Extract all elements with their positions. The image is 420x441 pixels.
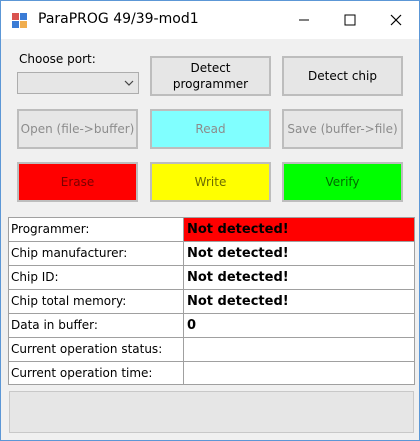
save-file-button[interactable]: Save (buffer->file) [282,109,403,149]
operation-time-label: Current operation time: [9,362,184,385]
read-label: Read [195,122,226,136]
chip-memory-value: Not detected! [187,294,289,309]
detect-programmer-line-1: Detect [190,61,231,75]
maximize-icon [344,14,356,26]
programmer-value: Not detected! [184,218,414,241]
detect-programmer-line-2: programmer [172,77,249,91]
table-row: Current operation status: [9,338,414,362]
detect-chip-label: Detect chip [308,69,377,83]
chip-manufacturer-label: Chip manufacturer: [9,242,184,265]
close-button[interactable] [373,1,419,39]
operation-status-label: Current operation status: [9,338,184,361]
app-window: ParaPROG 49/39-mod1 Choose port: Detect … [0,0,420,441]
status-bar [9,391,414,433]
window-title: ParaPROG 49/39-mod1 [38,11,199,27]
detect-programmer-button[interactable]: Detect programmer [150,56,271,96]
table-row: Chip ID: Not detected! [9,266,414,290]
title-bar: ParaPROG 49/39-mod1 [1,1,419,39]
programmer-label: Programmer: [9,218,184,241]
chip-manufacturer-value: Not detected! [187,246,289,261]
info-table: Programmer: Not detected! Chip manufactu… [8,217,415,385]
close-icon [390,14,402,26]
write-button[interactable]: Write [150,162,271,202]
write-label: Write [194,175,227,189]
table-row: Current operation time: [9,362,414,386]
chevron-down-icon [124,80,134,86]
erase-button[interactable]: Erase [17,162,138,202]
chip-memory-label: Chip total memory: [9,290,184,313]
read-button[interactable]: Read [150,109,271,149]
port-label: Choose port: [19,52,96,66]
table-row: Chip total memory: Not detected! [9,290,414,314]
chip-id-value: Not detected! [187,270,289,285]
open-file-label: Open (file->buffer) [20,122,135,136]
maximize-button[interactable] [327,1,373,39]
table-row: Chip manufacturer: Not detected! [9,242,414,266]
minimize-button[interactable] [281,1,327,39]
save-file-label: Save (buffer->file) [287,122,398,136]
operation-time-value [184,362,414,385]
buffer-data-value: 0 [187,318,197,333]
detect-chip-button[interactable]: Detect chip [282,56,403,96]
verify-button[interactable]: Verify [282,162,403,202]
chip-id-label: Chip ID: [9,266,184,289]
verify-label: Verify [325,175,360,189]
table-row: Programmer: Not detected! [9,218,414,242]
minimize-icon [299,19,309,21]
detect-programmer-label: Detect programmer [173,60,248,92]
app-icon [12,13,27,28]
operation-status-value [184,338,414,361]
open-file-button[interactable]: Open (file->buffer) [17,109,138,149]
erase-label: Erase [60,175,95,189]
buffer-data-label: Data in buffer: [9,314,184,337]
table-row: Data in buffer: 0 [9,314,414,338]
port-select[interactable] [17,72,139,94]
